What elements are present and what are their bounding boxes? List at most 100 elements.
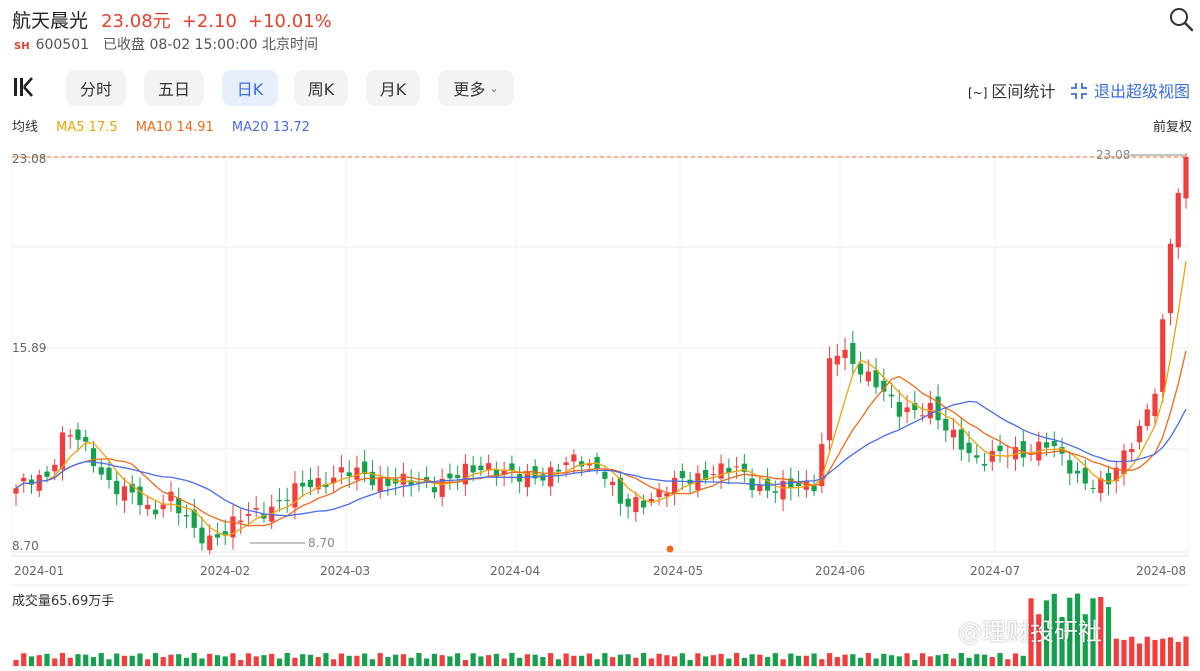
candle-body xyxy=(1160,319,1166,392)
candle-body xyxy=(114,480,120,495)
volume-bar xyxy=(1121,639,1127,666)
volume-bar xyxy=(927,656,933,666)
candle-body xyxy=(431,487,438,493)
volume-bar xyxy=(757,654,763,666)
volume-bar xyxy=(981,654,988,666)
volume-bar xyxy=(369,659,376,666)
kline-chart[interactable]: 23.08 15.89 8.70 2024-01 2024-02 2024-03 2024-… xyxy=(0,0,1200,671)
candle-body xyxy=(377,477,383,492)
volume-bar xyxy=(447,656,453,666)
volume-bar xyxy=(881,653,887,666)
candle-body xyxy=(842,349,848,358)
volume-bar xyxy=(888,655,895,666)
candle-body xyxy=(284,499,290,501)
volume-bar xyxy=(540,657,546,666)
volume-bar xyxy=(44,653,50,666)
volume-bar xyxy=(338,653,345,666)
candle-body xyxy=(245,514,252,516)
volume-bar xyxy=(1183,636,1189,666)
volume-bar xyxy=(121,655,128,666)
candle-body xyxy=(997,445,1003,452)
volume-bar xyxy=(672,656,678,666)
volume-bar xyxy=(803,655,809,666)
volume-bar xyxy=(896,656,902,666)
volume-bar xyxy=(772,653,778,666)
volume-bar xyxy=(656,653,662,666)
candle-body xyxy=(238,520,244,523)
volume-bar xyxy=(795,655,802,666)
volume-bar xyxy=(625,654,631,666)
candle-body xyxy=(13,488,19,494)
candle-body xyxy=(610,481,616,485)
candle-body xyxy=(346,472,352,476)
volume-bar xyxy=(416,653,422,666)
volume-label: 成交量65.69万手 xyxy=(12,594,115,609)
x-tick-label: 2024-06 xyxy=(815,564,865,578)
candle-body xyxy=(214,534,221,538)
volume-bar xyxy=(1129,636,1135,666)
volume-bar xyxy=(106,659,112,666)
volume-bar xyxy=(439,655,445,666)
candle-body xyxy=(1043,442,1050,448)
low-price-label: 8.70 xyxy=(308,536,335,550)
candle-body xyxy=(641,500,647,508)
candle-body xyxy=(679,471,685,479)
x-tick-label: 2024-04 xyxy=(490,564,540,578)
volume-bar xyxy=(83,654,89,666)
candle-body xyxy=(571,454,577,462)
x-tick-label: 2024-07 xyxy=(970,564,1020,578)
candle-body xyxy=(1051,440,1057,447)
volume-bar xyxy=(586,653,592,666)
candle-body xyxy=(90,448,97,467)
volume-bar xyxy=(462,659,469,666)
volume-bar xyxy=(238,659,244,666)
volume-bar xyxy=(269,653,275,666)
candle-body xyxy=(981,463,988,466)
watermark: @理财投研社 xyxy=(958,618,1102,646)
volume-bar xyxy=(555,659,561,666)
volume-bar xyxy=(1136,643,1143,666)
candle-body xyxy=(958,429,964,450)
volume-bar xyxy=(865,653,871,666)
volume-bar xyxy=(997,653,1003,666)
candle-body xyxy=(307,479,314,488)
volume-bar xyxy=(145,659,151,666)
volume-bar xyxy=(524,654,530,666)
candle-body xyxy=(83,437,89,442)
volume-bar xyxy=(610,657,616,666)
volume-bar xyxy=(199,658,205,666)
candle-body xyxy=(145,504,151,510)
candle-body xyxy=(207,535,213,551)
volume-bar xyxy=(703,656,709,666)
candle-body xyxy=(183,515,190,517)
candle-body xyxy=(896,401,902,417)
volume-bar xyxy=(67,657,73,666)
candle-body xyxy=(733,466,740,468)
volume-bar xyxy=(21,653,27,666)
volume-bar xyxy=(943,653,949,666)
candle-body xyxy=(509,463,515,471)
volume-bar xyxy=(292,657,298,666)
ma10-line xyxy=(15,350,1187,527)
candle-body xyxy=(75,429,81,440)
event-dot[interactable] xyxy=(666,545,674,553)
volume-bar xyxy=(455,653,461,666)
candle-body xyxy=(1067,460,1073,474)
candle-body xyxy=(300,482,306,487)
candle-body xyxy=(44,471,50,477)
volume-bar xyxy=(873,658,879,666)
volume-bar xyxy=(594,659,600,666)
candle-body xyxy=(555,469,561,472)
volume-bar xyxy=(408,657,414,666)
candle-body xyxy=(160,504,166,510)
candle-body xyxy=(106,467,112,481)
volume-bar xyxy=(346,655,352,666)
volume-bar xyxy=(1144,636,1150,666)
volume-bar xyxy=(1167,637,1174,666)
candle-body xyxy=(1090,487,1096,489)
candle-body xyxy=(354,467,360,480)
candle-body xyxy=(447,473,453,479)
candle-body xyxy=(276,500,283,502)
candle-body xyxy=(1144,409,1150,426)
volume-bar xyxy=(648,658,654,666)
